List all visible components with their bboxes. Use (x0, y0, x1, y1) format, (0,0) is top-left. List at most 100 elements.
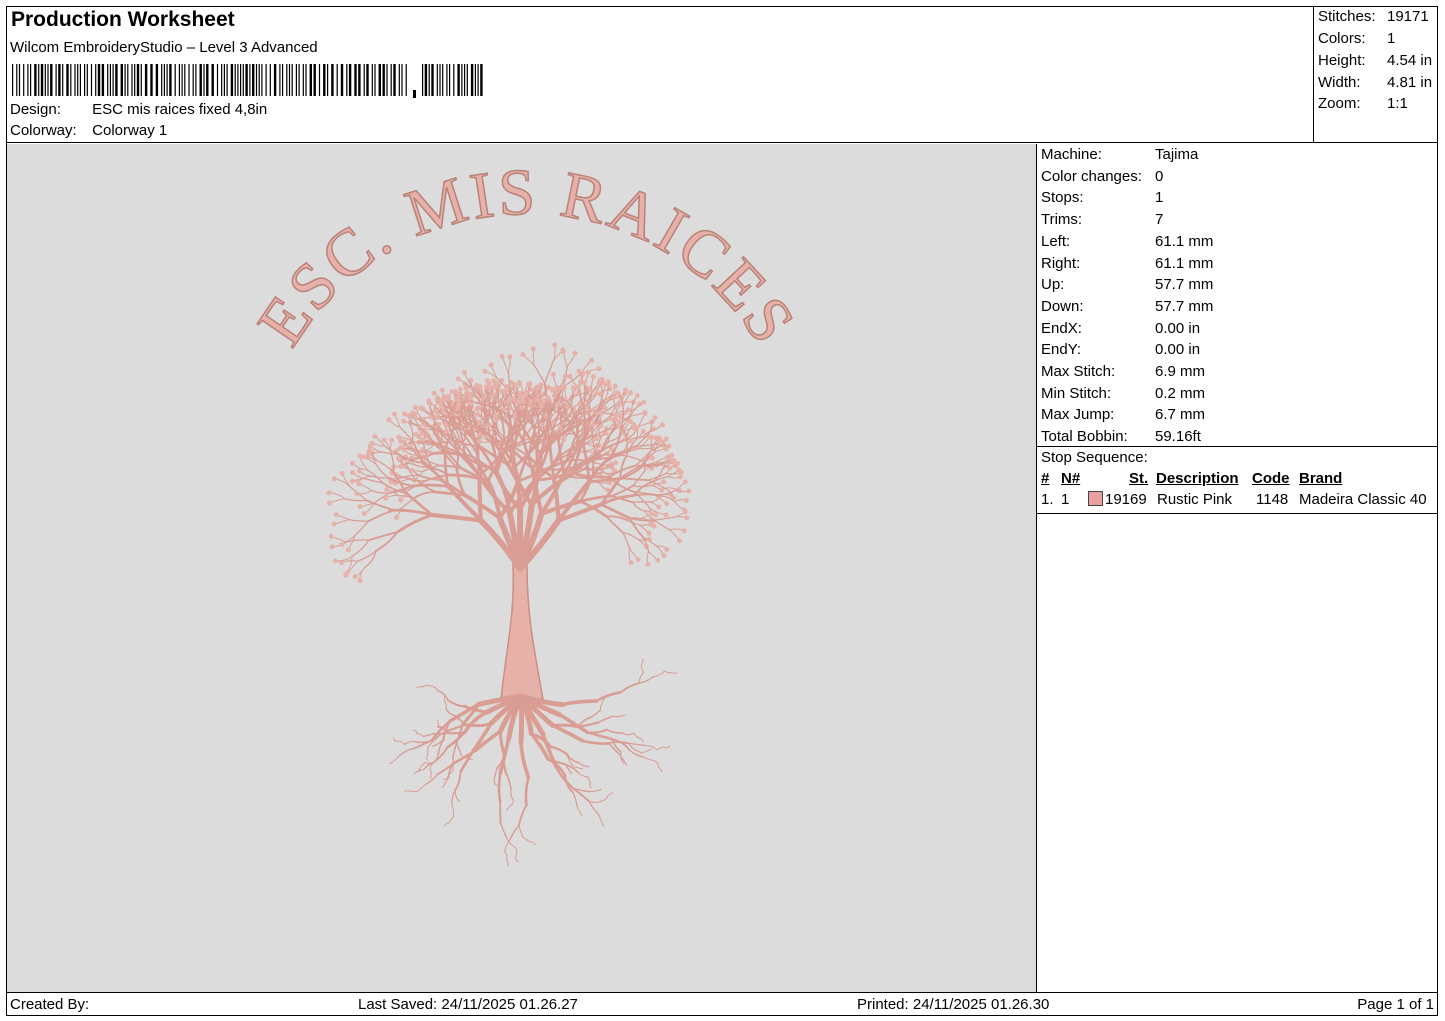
leaf-dot (567, 374, 573, 379)
tree-stroke (396, 513, 434, 534)
leaf-dot (515, 400, 521, 406)
leaf-dot (576, 401, 582, 407)
tree-stroke (588, 396, 592, 419)
machine-label: EndY: (1041, 341, 1082, 359)
tree-stroke (656, 746, 665, 751)
leaf-dot (580, 371, 586, 377)
page-number: Page 1 of 1 (1357, 996, 1434, 1013)
machine-label: EndX: (1041, 319, 1082, 337)
leaf-dot (648, 511, 654, 516)
leaf-dot (530, 346, 536, 352)
tree-stroke (509, 799, 514, 807)
tree-stroke (652, 670, 665, 678)
tree-stroke (638, 671, 645, 684)
machine-label: Min Stitch: (1041, 384, 1112, 402)
tree-stroke (578, 762, 590, 768)
tree-stroke (398, 747, 415, 757)
leaf-dot (444, 428, 449, 434)
leaf-dot (475, 406, 480, 412)
leaf-dot (650, 455, 655, 461)
stat-label: Height: (1318, 52, 1366, 69)
machine-row: Up: 57.7 mm (1041, 276, 1213, 293)
tree-stroke (506, 805, 511, 812)
leaf-dot (372, 434, 378, 440)
machine-value: 7 (1155, 211, 1164, 229)
stat-zoom: Zoom: 1:1 (1318, 95, 1408, 112)
leaf-dot (590, 407, 596, 413)
tree-stroke (413, 440, 434, 443)
leaf-dot (657, 437, 663, 443)
tree-stroke (581, 739, 610, 745)
leaf-dot (586, 370, 591, 375)
leaf-dot (396, 434, 402, 440)
leaf-dot (438, 402, 444, 407)
leaf-dot (439, 387, 445, 393)
tree-stroke (663, 745, 670, 749)
leaf-dot (361, 511, 367, 516)
tree-stroke (640, 664, 645, 673)
tree-stroke (497, 772, 502, 803)
leaf-dot (412, 405, 418, 410)
leaf-dot (507, 354, 513, 360)
leaf-dot (641, 399, 647, 405)
tree-stroke (493, 778, 498, 786)
tree-stroke (597, 715, 614, 724)
machine-value: 6.9 mm (1155, 363, 1206, 380)
stat-value: 19171 (1387, 8, 1429, 25)
leaf-dot (634, 425, 640, 430)
design-arc-text: ESC. MIS RAICES (244, 156, 810, 359)
leaf-dot (599, 410, 605, 416)
leaf-dot (686, 488, 692, 494)
leaf-dot (357, 453, 363, 459)
tree-stroke (522, 837, 531, 843)
leaf-dot (681, 528, 687, 534)
machine-row: Max Jump: 6.7 mm (1041, 406, 1205, 423)
leaf-dot (466, 401, 472, 406)
leaf-dot (648, 521, 653, 527)
stat-value: 1:1 (1387, 95, 1408, 112)
tree-stroke (642, 756, 656, 762)
leaf-dot (649, 434, 655, 440)
col-needle: N# (1061, 470, 1081, 487)
leaf-dot (520, 352, 526, 357)
leaf-dot (550, 388, 556, 394)
machine-value: 1 (1155, 189, 1164, 207)
machine-row: Min Stitch: 0.2 mm (1041, 385, 1205, 402)
leaf-dot (386, 417, 392, 423)
tree-stroke (639, 737, 645, 743)
colorway-value: Colorway 1 (92, 122, 168, 139)
last-saved: Last Saved: 24/11/2025 01.26.27 (358, 996, 578, 1013)
leaf-dot (524, 390, 530, 396)
tree-stroke (663, 670, 672, 674)
leaf-dot (398, 464, 403, 469)
leaf-dot (613, 460, 618, 466)
leaf-dot (332, 558, 338, 564)
tree-stroke (451, 804, 455, 818)
leaf-dot (663, 436, 669, 442)
tree-stroke (517, 804, 528, 827)
tree-stroke (411, 483, 450, 488)
tree-stroke (454, 770, 462, 792)
leaf-dot (426, 400, 432, 406)
tree-stroke (416, 732, 424, 737)
machine-value: 6.7 mm (1155, 406, 1206, 424)
tree-stroke (436, 719, 440, 728)
tree-stroke (588, 788, 602, 793)
leaf-dot (572, 350, 578, 356)
stat-label: Colors: (1318, 30, 1366, 47)
machine-label: Color changes: (1041, 167, 1142, 185)
machine-label: Max Jump: (1041, 406, 1115, 424)
leaf-dot (539, 403, 545, 409)
tree-stroke (519, 740, 531, 779)
leaf-dot (392, 411, 397, 417)
machine-value: 0.00 in (1155, 341, 1201, 359)
tree-stroke (434, 746, 449, 763)
tree-stroke (330, 536, 348, 543)
col-description: Description (1156, 470, 1239, 487)
tree-stroke (499, 821, 508, 839)
leaf-dot (327, 500, 332, 506)
tree-stroke (628, 742, 646, 747)
leaf-dot (521, 399, 526, 404)
leaf-dot (634, 393, 640, 398)
leaf-dot (529, 387, 535, 393)
